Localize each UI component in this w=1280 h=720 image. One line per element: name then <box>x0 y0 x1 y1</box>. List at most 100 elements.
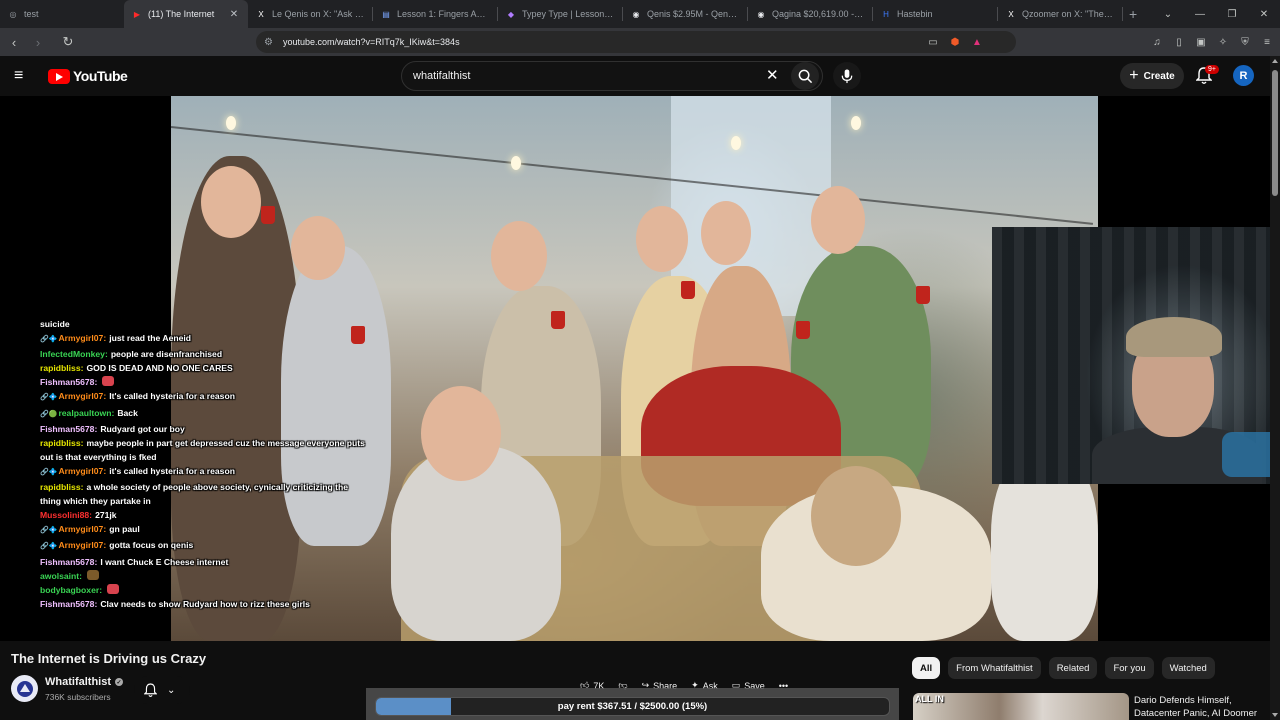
reload-button[interactable]: ↻ <box>58 32 78 52</box>
chat-text: 271jk <box>95 510 117 521</box>
youtube-logo[interactable]: YouTube <box>48 68 128 84</box>
menu-icon[interactable]: ≡ <box>1260 32 1274 52</box>
channel-name-row[interactable]: Whatifalthist ✓ <box>45 676 123 688</box>
url-text: youtube.com/watch?v=RITq7k_IKiw&t=384s <box>282 37 460 47</box>
clear-search-icon[interactable]: ✕ <box>766 66 779 84</box>
filter-chip[interactable]: From Whatifalthist <box>948 657 1041 679</box>
wallet-icon[interactable]: ▣ <box>1194 32 1208 52</box>
subscribed-notifications-button[interactable]: ⌄ <box>134 676 190 704</box>
scrollbar-thumb[interactable] <box>1272 70 1278 196</box>
chat-text: gotta focus on qenis <box>109 540 194 551</box>
chat-message: Fishman5678: <box>40 375 420 389</box>
chat-message: InfectedMonkey: people are disenfranchise… <box>40 347 420 361</box>
microphone-icon <box>841 68 853 83</box>
recommendation-title[interactable]: Dario Defends Himself, Datacenter Panic,… <box>1134 694 1270 720</box>
chat-text: Clav needs to show Rudyard how to rizz t… <box>100 598 310 609</box>
scene-head <box>701 201 751 265</box>
live-chat-overlay: suicide 🔗💠Armygirl07: just read the Aeneid… <box>40 317 420 611</box>
filter-chip[interactable]: All <box>912 657 941 679</box>
scene-head <box>291 216 345 280</box>
scene-head <box>636 206 688 272</box>
chat-message: bodybagboxer: <box>40 583 420 597</box>
channel-avatar[interactable] <box>11 675 38 702</box>
chat-message: rapidbliss: a whole society of people abo… <box>40 480 420 494</box>
chat-username: Fishman5678: <box>40 377 98 388</box>
channel-name: Whatifalthist <box>45 676 111 688</box>
chat-username: bodybagboxer: <box>40 584 103 595</box>
scene-red-cup <box>916 286 930 304</box>
search-input[interactable]: whatifalthist <box>401 61 823 91</box>
scene-red-cup <box>796 321 810 339</box>
chat-badge-icon: 🔗🟢 <box>40 410 58 418</box>
chat-text: GOD IS DEAD AND NO ONE CARES <box>86 363 233 374</box>
browser-tab[interactable]: ◉ Qagina $20,619.00 - Qag <box>748 0 872 28</box>
search-button[interactable] <box>791 62 819 90</box>
page-scrollbar[interactable] <box>1270 56 1280 720</box>
youtube-icon: ▶ <box>133 9 141 19</box>
chart-icon: ◉ <box>757 9 765 19</box>
new-tab-button[interactable]: + <box>1129 6 1137 22</box>
voice-search-button[interactable] <box>833 62 861 90</box>
chat-username: Mussolini88: <box>40 510 93 521</box>
maximize-button[interactable]: ❐ <box>1216 0 1248 28</box>
forward-button[interactable]: › <box>28 32 48 52</box>
tab-title: Qenis $2.95M - Qenis / S <box>647 9 739 19</box>
brave-rewards-icon[interactable]: ▲ <box>970 32 984 52</box>
browser-tab[interactable]: ▤ Lesson 1: Fingers And Ke <box>373 0 497 28</box>
chat-text: a whole society of people above society,… <box>86 482 349 493</box>
webcam-streamer-cap <box>1126 317 1222 357</box>
typey-icon: ◆ <box>507 9 515 19</box>
filter-chip[interactable]: Watched <box>1161 657 1215 679</box>
browser-tab[interactable]: X Qzoomer on X: "The take <box>998 0 1122 28</box>
filter-chip[interactable]: Related <box>1048 657 1098 679</box>
sidebar-icon[interactable]: ▯ <box>1172 32 1186 52</box>
chat-text: maybe people in part get depressed cuz t… <box>86 437 365 448</box>
browser-tab-strip: ◎ test ▶ (11) The Internet ✕ X Le Qenis on X: … <box>0 0 1280 28</box>
chat-username: rapidbliss: <box>40 482 84 493</box>
chat-badge-icon: 🔗💠 <box>40 468 58 476</box>
scroll-up-arrow-icon[interactable] <box>1272 59 1278 63</box>
cast-icon[interactable]: ▭ <box>926 32 940 52</box>
chat-text: it's called hysteria for a reason <box>109 465 235 476</box>
close-window-button[interactable]: ✕ <box>1248 0 1280 28</box>
create-button[interactable]: + Create <box>1120 63 1184 89</box>
chat-username: Fishman5678: <box>40 556 98 567</box>
browser-tab[interactable]: ▶ (11) The Internet ✕ <box>124 0 248 28</box>
guide-menu-icon[interactable]: ≡ <box>14 68 32 84</box>
leo-ai-icon[interactable]: ✧ <box>1216 32 1230 52</box>
verified-check-icon: ✓ <box>115 678 123 686</box>
youtube-logo-text: YouTube <box>73 68 128 84</box>
chat-text: I want Chuck E Cheese internet <box>100 556 229 567</box>
minimize-button[interactable]: — <box>1184 0 1216 28</box>
browser-tab[interactable]: H Hastebin <box>873 0 997 28</box>
globe-icon: ◎ <box>9 9 17 19</box>
close-tab-icon[interactable]: ✕ <box>228 9 240 20</box>
address-bar[interactable]: ⚙ youtube.com/watch?v=RITq7k_IKiw&t=384s <box>256 31 1016 53</box>
vpn-icon[interactable]: ⛨ <box>1238 32 1252 52</box>
chevron-down-icon: ⌄ <box>167 684 176 696</box>
scroll-down-arrow-icon[interactable] <box>1272 713 1278 717</box>
browser-extensions: ▭ ⬢ ▲ ♫ ▯ ▣ ✧ ⛨ ≡ <box>926 32 1274 52</box>
recommendation-thumbnail[interactable]: ALL IN <box>913 693 1129 720</box>
chat-message: out is that everything is fked <box>40 450 420 464</box>
doc-icon: ▤ <box>382 9 390 19</box>
chat-message: 🔗💠Armygirl07: it's called hysteria for a … <box>40 464 420 480</box>
chat-message: suicide <box>40 317 420 331</box>
chat-username: Armygirl07: <box>58 540 107 551</box>
browser-tab[interactable]: X Le Qenis on X: "Ask me a <box>248 0 372 28</box>
site-info-icon[interactable]: ⚙ <box>264 37 273 48</box>
brave-shield-icon[interactable]: ⬢ <box>948 32 962 52</box>
account-avatar[interactable]: R <box>1233 65 1254 86</box>
tab-search-icon[interactable]: ⌄ <box>1152 0 1184 28</box>
scene-red-cup <box>551 311 565 329</box>
filter-chip[interactable]: For you <box>1105 657 1154 679</box>
x-icon: X <box>258 9 264 19</box>
browser-tab[interactable]: ◎ test <box>0 0 124 28</box>
scene-string-lights <box>171 126 1094 225</box>
chat-badge-icon: 🔗💠 <box>40 543 58 551</box>
media-icon[interactable]: ♫ <box>1150 32 1164 52</box>
related-filter-chips: All From Whatifalthist Related For you Watch… <box>912 657 1215 679</box>
browser-tab[interactable]: ◆ Typey Type | Lesson: One <box>498 0 622 28</box>
browser-tab[interactable]: ◉ Qenis $2.95M - Qenis / S <box>623 0 747 28</box>
back-button[interactable]: ‹ <box>4 32 24 52</box>
